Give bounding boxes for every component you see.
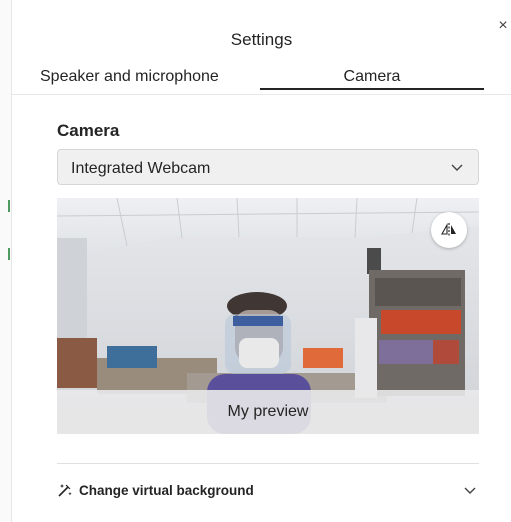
- selected-tab-indicator: [260, 88, 484, 90]
- camera-device-dropdown[interactable]: Integrated Webcam: [57, 149, 479, 185]
- camera-preview: My preview: [57, 198, 479, 434]
- chevron-down-icon: [451, 164, 463, 171]
- change-virtual-background-button[interactable]: Change virtual background: [57, 477, 479, 507]
- magic-wand-icon: [58, 484, 72, 497]
- settings-dialog: Settings × Speaker and microphone Camera…: [12, 4, 511, 522]
- background-window-edge: [0, 0, 12, 522]
- tab-camera[interactable]: Camera: [260, 68, 484, 86]
- preview-label: My preview: [57, 390, 479, 434]
- section-title: Camera: [57, 121, 120, 140]
- dialog-title: Settings: [230, 30, 293, 49]
- change-virtual-background-label: Change virtual background: [79, 483, 254, 498]
- mirror-flip-icon: [441, 222, 456, 237]
- chevron-down-icon: [464, 487, 476, 494]
- camera-settings-panel: Camera Integrated Webcam My preview Chan…: [12, 94, 511, 522]
- mirror-preview-button[interactable]: [431, 212, 467, 248]
- camera-device-value: Integrated Webcam: [71, 160, 211, 177]
- edge-indicator: [8, 200, 10, 212]
- section-divider: [57, 463, 479, 464]
- dialog-header: Settings × Speaker and microphone Camera: [12, 4, 511, 92]
- tab-speaker-and-microphone[interactable]: Speaker and microphone: [40, 68, 219, 86]
- edge-indicator: [8, 248, 10, 260]
- close-icon[interactable]: ×: [496, 18, 510, 34]
